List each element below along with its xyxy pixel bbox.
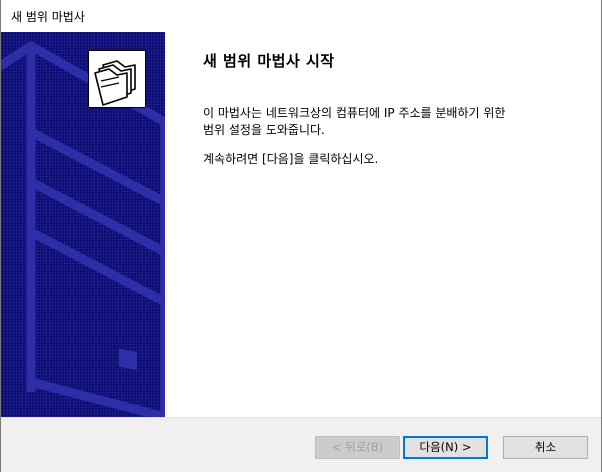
wizard-content: 새 범위 마법사 시작 이 마법사는 네트워크상의 컴퓨터에 IP 주소를 분배…	[165, 32, 601, 417]
wizard-banner	[1, 32, 165, 417]
title-bar[interactable]: 새 범위 마법사	[1, 0, 601, 32]
wizard-instruction: 계속하려면 [다음]을 클릭하십시오.	[203, 152, 379, 166]
button-bar: < 뒤로(B) 다음(N) > 취소	[1, 417, 601, 472]
description-line-2: 범위 설정을 도와줍니다.	[203, 123, 325, 137]
description-line-1: 이 마법사는 네트워크상의 컴퓨터에 IP 주소를 분배하기 위한	[203, 106, 506, 120]
back-button[interactable]: < 뒤로(B)	[315, 436, 400, 459]
wizard-window: 새 범위 마법사 새 범위 마법사 시작 이 마법사는 네트워크상의 컴퓨터에 …	[0, 0, 602, 472]
cancel-button[interactable]: 취소	[503, 436, 588, 459]
next-button[interactable]: 다음(N) >	[403, 436, 488, 459]
folder-stack-icon	[88, 50, 146, 108]
page-title: 새 범위 마법사 시작	[203, 52, 335, 70]
wizard-description: 이 마법사는 네트워크상의 컴퓨터에 IP 주소를 분배하기 위한 범위 설정을…	[203, 105, 563, 139]
window-title: 새 범위 마법사	[11, 10, 85, 24]
